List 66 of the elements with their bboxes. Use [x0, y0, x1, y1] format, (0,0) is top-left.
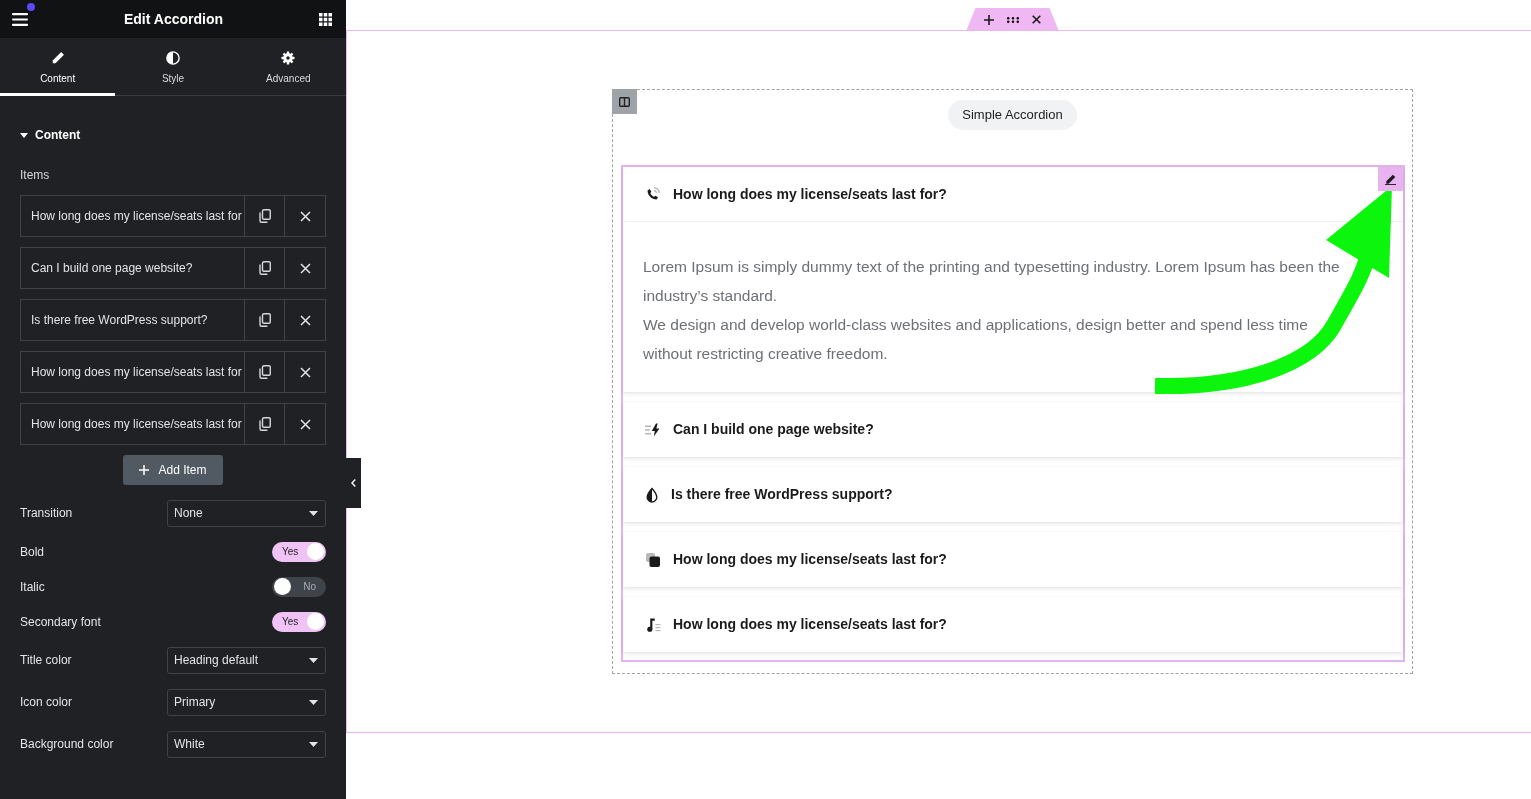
- half-drop-icon: [645, 486, 659, 503]
- select-field[interactable]: White: [167, 730, 326, 758]
- grid-icon[interactable]: [319, 12, 332, 26]
- caret-icon: [20, 132, 28, 138]
- control-label: Icon color: [20, 694, 73, 711]
- panel-tab[interactable]: Style: [115, 38, 231, 96]
- answer-text: Lorem Ipsum is simply dummy text of the printing and typesetting industry. Lorem Ipsum has been the industry’s standard.: [643, 257, 1341, 306]
- columns-icon: [619, 96, 630, 107]
- close-icon: [299, 314, 311, 326]
- drag-handle-icon[interactable]: [1006, 16, 1019, 23]
- control-label: Title color: [20, 652, 72, 669]
- phone-signal-icon: [645, 186, 661, 202]
- close-icon: [299, 366, 311, 378]
- caret-icon: [309, 510, 318, 516]
- switch-knob: [307, 543, 324, 560]
- select-field[interactable]: Heading default: [167, 646, 326, 674]
- menu-icon[interactable]: [12, 12, 28, 26]
- copy-icon: [258, 209, 271, 223]
- edit-widget-button[interactable]: [1378, 167, 1403, 191]
- bolt-lines-icon: [645, 421, 661, 438]
- control-label: Background color: [20, 736, 114, 753]
- accordion-header[interactable]: How long does my license/seats last for?: [623, 597, 1403, 652]
- field-label: Items: [20, 168, 50, 182]
- control-label: Transition: [20, 505, 73, 522]
- toggle-switch[interactable]: Yes: [272, 541, 326, 562]
- close-icon: [299, 262, 311, 274]
- answer-text: We design and develop world-class websites and applications, design better and spend less time without restricting creative freedom.: [643, 315, 1309, 364]
- accordion-header[interactable]: Is there free WordPress support?: [623, 467, 1403, 522]
- switch-knob: [274, 578, 291, 595]
- caret-icon: [309, 741, 318, 747]
- close-icon: [299, 418, 311, 430]
- gear-icon: [281, 51, 296, 65]
- widget-label: Simple Accordion: [948, 100, 1077, 130]
- add-item-button[interactable]: Add Item: [123, 455, 223, 485]
- column-handle[interactable]: [612, 89, 637, 114]
- panel-title: Edit Accordion: [123, 9, 223, 29]
- accordion-header[interactable]: Can I build one page website?: [623, 402, 1403, 457]
- control-label: Secondary font: [20, 613, 101, 631]
- switch-knob: [307, 613, 324, 630]
- close-icon: [299, 210, 311, 222]
- accordion-header[interactable]: How long does my license/seats last for?: [623, 532, 1403, 587]
- toggle-switch[interactable]: No: [272, 576, 326, 597]
- copy-icon: [258, 417, 271, 431]
- pencil-icon: [1385, 173, 1396, 185]
- close-icon[interactable]: [1032, 15, 1041, 24]
- copy-icon: [258, 365, 271, 379]
- control-label: Bold: [20, 543, 45, 561]
- section-toggle[interactable]: Content: [20, 127, 81, 143]
- toggle-switch[interactable]: Yes: [272, 611, 326, 632]
- squares-icon: [645, 551, 661, 568]
- plus-icon[interactable]: [983, 14, 994, 25]
- caret-icon: [309, 699, 318, 705]
- panel-tab[interactable]: Content: [0, 38, 116, 96]
- contrast-icon: [166, 51, 180, 65]
- music-note-icon: [645, 616, 661, 633]
- pencil-icon: [50, 51, 65, 65]
- copy-icon: [258, 261, 271, 275]
- plus-icon: [139, 465, 150, 475]
- panel-tab[interactable]: Advanced: [230, 38, 346, 96]
- collapse-panel-button[interactable]: [346, 458, 361, 508]
- select-field[interactable]: None: [167, 499, 326, 527]
- select-field[interactable]: Primary: [167, 688, 326, 716]
- caret-icon: [309, 657, 318, 663]
- control-label: Italic: [20, 578, 45, 596]
- chevron-left-icon: [351, 479, 356, 487]
- copy-icon: [258, 313, 271, 327]
